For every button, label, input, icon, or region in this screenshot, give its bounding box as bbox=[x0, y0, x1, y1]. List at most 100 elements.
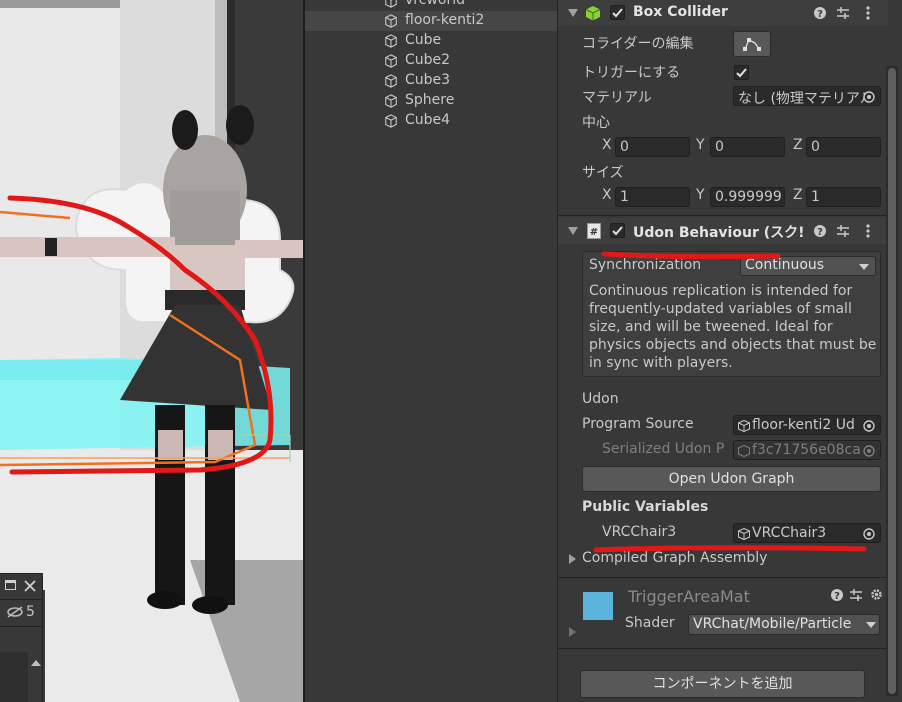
open-udon-graph-button[interactable]: Open Udon Graph bbox=[582, 466, 881, 492]
program-source-field[interactable]: floor-kenti2 Ud bbox=[733, 415, 881, 435]
sync-box: Synchronization Continuous Continuous re… bbox=[582, 251, 881, 377]
gameobject-icon bbox=[385, 14, 397, 28]
center-z-field[interactable]: 0 bbox=[806, 137, 881, 157]
panel-divider bbox=[0, 599, 42, 600]
panel-list bbox=[0, 652, 28, 702]
center-z-value: 0 bbox=[811, 139, 820, 155]
hierarchy-item-label: Cube3 bbox=[405, 72, 451, 88]
box-collider-header[interactable]: Box Collider ? bbox=[558, 0, 888, 26]
public-variables-label: Public Variables bbox=[582, 499, 709, 515]
physics-material-field[interactable]: なし (物理マテリアル bbox=[733, 86, 881, 106]
scene-render bbox=[0, 0, 303, 702]
is-trigger-label: トリガーにする bbox=[582, 65, 681, 81]
udon-behaviour-enabled-checkbox[interactable] bbox=[610, 223, 625, 238]
foldout-arrow-right-icon[interactable] bbox=[569, 554, 576, 564]
center-y-field[interactable]: 0 bbox=[710, 137, 785, 157]
svg-text:#: # bbox=[590, 227, 598, 238]
preset-icon[interactable] bbox=[837, 7, 849, 19]
sync-dropdown[interactable]: Continuous bbox=[740, 256, 876, 276]
dropdown-arrow-icon bbox=[859, 264, 869, 270]
edit-collider-label: コライダーの編集 bbox=[582, 36, 694, 52]
svg-text:?: ? bbox=[817, 227, 823, 237]
size-y-value: 0.999999 bbox=[715, 189, 782, 205]
udon-behaviour-header[interactable]: # Udon Behaviour (スク! ? bbox=[558, 218, 888, 244]
mini-panel: 5 bbox=[0, 573, 43, 702]
is-trigger-checkbox[interactable] bbox=[734, 65, 749, 80]
hidden-count: 5 bbox=[26, 604, 35, 620]
shader-value: VRChat/Mobile/Particle bbox=[693, 616, 852, 632]
panel-divider-2 bbox=[0, 626, 42, 627]
shader-dropdown[interactable]: VRChat/Mobile/Particle bbox=[688, 614, 880, 635]
box-collider-icon bbox=[585, 6, 601, 21]
component-title: Udon Behaviour (スク! bbox=[633, 225, 805, 241]
object-picker-icon[interactable] bbox=[863, 528, 875, 540]
size-x-field[interactable]: 1 bbox=[615, 187, 690, 207]
material-label: マテリアル bbox=[582, 90, 652, 106]
compiled-graph-label[interactable]: Compiled Graph Assembly bbox=[582, 550, 767, 566]
hierarchy-item[interactable]: Cube4 bbox=[305, 111, 559, 131]
variable-value: VRCChair3 bbox=[752, 525, 827, 541]
size-z-field[interactable]: 1 bbox=[806, 187, 881, 207]
visibility-hidden-icon[interactable] bbox=[6, 606, 24, 618]
hierarchy-item[interactable]: Sphere bbox=[305, 91, 559, 111]
component-divider bbox=[558, 648, 888, 649]
hierarchy-item[interactable]: vrcworld bbox=[305, 0, 559, 11]
more-options-icon[interactable] bbox=[866, 6, 870, 20]
foldout-arrow-icon[interactable] bbox=[568, 227, 578, 235]
center-x-field[interactable]: 0 bbox=[615, 137, 690, 157]
sync-value: Continuous bbox=[745, 257, 825, 273]
hierarchy-item-label: Cube4 bbox=[405, 112, 451, 128]
hierarchy-item-label: vrcworld bbox=[405, 0, 465, 8]
more-options-icon[interactable] bbox=[866, 224, 870, 238]
variable-value-field[interactable]: VRCChair3 bbox=[733, 523, 881, 543]
close-icon[interactable] bbox=[24, 580, 36, 592]
object-picker-icon[interactable] bbox=[863, 91, 875, 103]
variable-asset-icon bbox=[738, 528, 750, 540]
center-y-label: Y bbox=[696, 137, 705, 153]
inspector-scrollbar-thumb[interactable] bbox=[888, 68, 896, 694]
foldout-arrow-icon[interactable] bbox=[568, 9, 578, 17]
hierarchy-item[interactable]: Cube3 bbox=[305, 71, 559, 91]
variable-name-label: VRCChair3 bbox=[602, 524, 677, 540]
gameobject-icon bbox=[385, 94, 397, 108]
component-divider bbox=[558, 577, 888, 578]
object-picker-icon[interactable] bbox=[863, 420, 875, 432]
physics-material-value: なし (物理マテリアル bbox=[738, 91, 874, 106]
maximize-icon[interactable] bbox=[5, 580, 16, 590]
add-component-button[interactable]: コンポーネントを追加 bbox=[580, 670, 865, 698]
preset-icon[interactable] bbox=[850, 589, 862, 601]
size-y-field[interactable]: 0.999999 bbox=[710, 187, 785, 207]
preset-icon[interactable] bbox=[837, 225, 849, 237]
gear-icon[interactable] bbox=[870, 588, 883, 601]
hierarchy-item[interactable]: Cube2 bbox=[305, 51, 559, 71]
component-title: Box Collider bbox=[633, 4, 728, 20]
center-z-label: Z bbox=[793, 137, 803, 153]
edit-collider-icon bbox=[743, 38, 761, 51]
component-divider bbox=[558, 215, 888, 216]
help-icon[interactable]: ? bbox=[814, 225, 826, 237]
material-swatch bbox=[583, 592, 613, 620]
help-icon[interactable]: ? bbox=[831, 589, 843, 601]
sync-description: Continuous replication is intended for f… bbox=[589, 283, 877, 371]
box-collider-enabled-checkbox[interactable] bbox=[610, 5, 625, 20]
center-y-value: 0 bbox=[715, 139, 724, 155]
hierarchy-item-label: Cube bbox=[405, 32, 442, 48]
script-icon: # bbox=[587, 223, 601, 239]
scroll-up-icon[interactable] bbox=[31, 659, 41, 667]
hierarchy-item-label: Sphere bbox=[405, 92, 455, 108]
foldout-arrow-right-icon[interactable] bbox=[569, 627, 576, 637]
scene-view[interactable]: 5 bbox=[0, 0, 303, 702]
hierarchy-item[interactable]: Cube bbox=[305, 31, 559, 51]
hierarchy-panel: vrcworld floor-kenti2 Cube Cube2 Cube3 S… bbox=[303, 0, 559, 702]
serialized-program-label: Serialized Udon P bbox=[602, 441, 725, 457]
dropdown-arrow-icon bbox=[866, 622, 876, 628]
size-label: サイズ bbox=[582, 165, 624, 181]
gameobject-icon bbox=[385, 74, 397, 88]
size-z-label: Z bbox=[793, 187, 803, 203]
size-x-value: 1 bbox=[620, 189, 629, 205]
sync-label: Synchronization bbox=[589, 257, 702, 273]
hierarchy-item-label: Cube2 bbox=[405, 52, 451, 68]
hierarchy-item-selected[interactable]: floor-kenti2 bbox=[305, 11, 559, 31]
edit-collider-button[interactable] bbox=[733, 31, 771, 57]
help-icon[interactable]: ? bbox=[814, 7, 826, 19]
